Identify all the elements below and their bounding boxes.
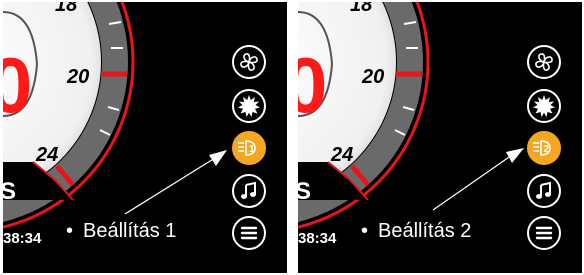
dashboard-panel-1: 0 18 20 24 S 38:34 • Beállítás 1 1: [3, 2, 287, 273]
sun-icon: [238, 95, 260, 117]
caption-text: Beállítás 2: [378, 220, 472, 242]
gauge-tick-label: 24: [36, 144, 59, 166]
menu-icon: [535, 226, 553, 240]
time-display: 38:34: [298, 230, 337, 247]
gauge-tick-label: 20: [362, 66, 385, 88]
caption-bullet: •: [361, 220, 369, 242]
fan-icon: [535, 53, 553, 71]
dashboard-panel-2: 0 18 20 24 S 38:34 • Beállítás 2 2: [298, 2, 582, 273]
setting-caption: • Beállítás 1: [66, 220, 176, 243]
brightness-button[interactable]: [527, 89, 561, 123]
headlight-2-icon: 2: [533, 140, 551, 156]
sun-icon: [533, 95, 555, 117]
menu-button[interactable]: [527, 216, 561, 250]
headlight-badge: 2: [544, 144, 550, 155]
headlight-button[interactable]: 1: [232, 131, 266, 165]
headlight-1-icon: 1: [238, 140, 256, 156]
drive-mode-letter: S: [3, 178, 17, 205]
music-button[interactable]: [232, 174, 266, 208]
music-button[interactable]: [527, 174, 561, 208]
speed-digit: 0: [298, 41, 328, 129]
headlight-badge: 1: [249, 144, 255, 155]
fan-button[interactable]: [232, 45, 266, 79]
gauge-tick-label: 18: [350, 2, 373, 16]
music-note-icon: [241, 181, 256, 199]
drive-mode-letter: S: [298, 178, 312, 205]
headlight-button[interactable]: 2: [527, 131, 561, 165]
brightness-button[interactable]: [232, 89, 266, 123]
speed-digit: 0: [3, 41, 33, 129]
fan-icon: [240, 53, 258, 71]
gauge-tick-label: 18: [55, 2, 78, 16]
caption-text: Beállítás 1: [83, 220, 177, 242]
music-note-icon: [536, 181, 551, 199]
time-display: 38:34: [3, 230, 42, 247]
gauge-tick-label: 20: [67, 66, 90, 88]
fan-button[interactable]: [527, 45, 561, 79]
setting-caption: • Beállítás 2: [361, 220, 471, 243]
menu-icon: [240, 226, 258, 240]
caption-bullet: •: [66, 220, 74, 242]
gauge-tick-label: 24: [331, 144, 354, 166]
menu-button[interactable]: [232, 216, 266, 250]
